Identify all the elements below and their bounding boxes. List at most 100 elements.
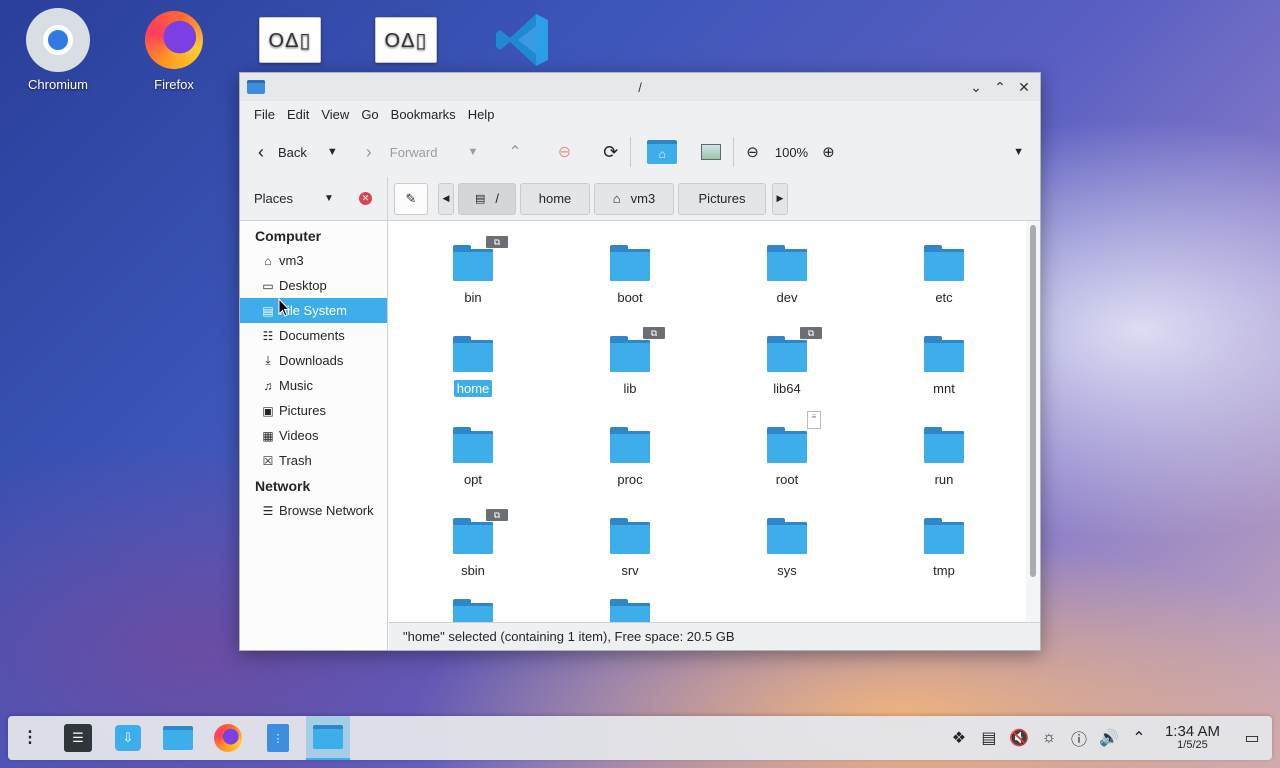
folder-icon <box>453 518 493 554</box>
desktop-icon-vscode[interactable] <box>474 8 570 72</box>
title-bar[interactable]: / ⌄ ⌃ ✕ <box>240 73 1040 101</box>
file-item[interactable]: dev <box>727 245 847 306</box>
file-item[interactable]: boot <box>570 245 690 306</box>
file-view[interactable]: ⧉ bin boot dev etc home ⧉ lib ⧉ lib64 mnt opt proc ≡ r… <box>389 221 1040 622</box>
reload-icon[interactable]: ⟳ <box>603 142 618 163</box>
back-button[interactable]: ‹ Back <box>258 142 307 163</box>
file-item[interactable]: proc <box>570 427 690 488</box>
forward-button[interactable]: › Forward <box>366 142 438 163</box>
folder-icon <box>453 427 493 463</box>
folder-icon <box>767 245 807 281</box>
kate-editor-icon[interactable]: ⋮ <box>256 716 300 760</box>
discover-store-icon[interactable]: ⇩ <box>106 716 150 760</box>
clock[interactable]: 1:34 AM 1/5/25 <box>1165 724 1220 751</box>
volume-icon[interactable]: 🔊 <box>1099 728 1119 748</box>
menu-view[interactable]: View <box>315 107 355 122</box>
file-item[interactable]: opt <box>413 427 533 488</box>
zoom-out-icon[interactable]: ⊖ <box>746 143 759 161</box>
sidebar-item-desktop[interactable]: ▭ Desktop <box>240 273 387 298</box>
show-desktop-icon[interactable]: ▭ <box>1242 728 1262 748</box>
file-name: lib <box>623 381 637 396</box>
forward-history-dropdown-icon[interactable]: ▼ <box>467 146 478 158</box>
breadcrumb-home[interactable]: home <box>520 182 590 215</box>
volume-muted-icon[interactable]: 🔇 <box>1009 728 1029 748</box>
file-item[interactable]: ⧉ sbin <box>413 508 533 579</box>
breadcrumb-vm3[interactable]: ⌂ vm3 <box>594 182 674 215</box>
menu-file[interactable]: File <box>248 107 281 122</box>
folder-icon <box>610 336 650 372</box>
symlink-badge-icon: ⧉ <box>799 326 823 340</box>
file-item[interactable]: sys <box>727 518 847 579</box>
file-item[interactable] <box>570 599 690 622</box>
places-dropdown-icon[interactable]: ▼ <box>324 193 334 204</box>
home-folder-icon[interactable]: ⌂ <box>647 140 678 164</box>
sidebar-item-downloads[interactable]: ⤓ Downloads <box>240 348 387 373</box>
sidebar-item-pictures[interactable]: ▣ Pictures <box>240 398 387 423</box>
pencil-icon: ✎ <box>405 190 417 206</box>
chevron-left-icon: ‹ <box>258 141 264 162</box>
file-item[interactable]: srv <box>570 518 690 579</box>
firefox-taskbar-icon[interactable] <box>206 716 250 760</box>
more-options-icon[interactable]: ▼ <box>1013 146 1024 158</box>
folder-icon <box>767 518 807 554</box>
file-item[interactable]: home <box>413 336 533 397</box>
close-button[interactable]: ✕ <box>1016 79 1032 95</box>
taskbar: ⁝ ☰ ⇩ ⋮ ❖ ▤ 🔇 ☼ ⓘ 🔊 ⌃ 1:34 AM 1/5/25 ▭ <box>8 716 1272 760</box>
back-history-dropdown-icon[interactable]: ▼ <box>327 146 338 158</box>
file-item[interactable]: run <box>884 427 1004 488</box>
desktop-icon-app-1[interactable]: OΔ▯ <box>242 8 338 72</box>
help-icon[interactable]: ⓘ <box>1069 726 1089 750</box>
file-name: lib64 <box>773 381 801 396</box>
toolbar: ‹ Back ▼ › Forward ▼ ⌃ ⊖ ⟳ ⌂ ⊖ 100% ⊕ ▼ <box>240 127 1040 177</box>
file-item[interactable]: etc <box>884 245 1004 306</box>
sidebar-item-file-system[interactable]: ▤ File System <box>240 298 387 323</box>
application-launcher-icon[interactable]: ⁝ <box>8 716 52 760</box>
dolphin-window-task[interactable] <box>306 716 350 760</box>
file-item[interactable]: ⧉ lib <box>570 326 690 397</box>
sidebar-item-browse-network[interactable]: ☰ Browse Network <box>240 498 387 523</box>
sidebar-item-documents[interactable]: ☷ Documents <box>240 323 387 348</box>
image-view-icon[interactable] <box>701 144 722 160</box>
file-name: proc <box>617 472 643 487</box>
file-item[interactable]: tmp <box>884 518 1004 579</box>
breadcrumb-scroll-right[interactable]: ▶ <box>772 182 788 215</box>
file-item[interactable]: ⧉ lib64 <box>727 326 847 397</box>
minimize-button[interactable]: ⌄ <box>968 79 984 95</box>
file-item[interactable]: ⧉ bin <box>413 235 533 306</box>
breadcrumb-root[interactable]: ▤ / <box>458 182 516 215</box>
menu-help[interactable]: Help <box>462 107 501 122</box>
dolphin-launcher-icon[interactable] <box>156 716 200 760</box>
system-tray: ❖ ▤ 🔇 ☼ ⓘ 🔊 ⌃ 1:34 AM 1/5/25 ▭ <box>949 724 1272 751</box>
desktop-icon-firefox[interactable]: Firefox <box>126 8 222 92</box>
file-item[interactable]: ≡ root <box>727 411 847 488</box>
stop-icon[interactable]: ⊖ <box>558 142 571 162</box>
up-arrow-icon[interactable]: ⌃ <box>508 142 521 162</box>
zoom-in-icon[interactable]: ⊕ <box>822 143 835 161</box>
edit-location-button[interactable]: ✎ <box>394 182 428 215</box>
desktop-icon-app-2[interactable]: OΔ▯ <box>358 8 454 72</box>
maximize-button[interactable]: ⌃ <box>992 79 1008 95</box>
system-settings-icon[interactable]: ☰ <box>56 716 100 760</box>
sidebar-item-music[interactable]: ♫ Music <box>240 373 387 398</box>
file-item[interactable]: mnt <box>884 336 1004 397</box>
desktop-icon-chromium[interactable]: Chromium <box>10 8 106 92</box>
menu-bookmarks[interactable]: Bookmarks <box>385 107 462 122</box>
firefox-icon <box>145 11 203 69</box>
brightness-icon[interactable]: ☼ <box>1039 729 1059 747</box>
clipboard-icon[interactable]: ▤ <box>979 728 999 748</box>
file-name: home <box>453 380 493 397</box>
menu-bar: File Edit View Go Bookmarks Help <box>240 101 1040 127</box>
sidebar-item-vm3[interactable]: ⌂ vm3 <box>240 248 387 273</box>
scrollbar-thumb[interactable] <box>1030 225 1036 577</box>
file-item[interactable] <box>413 599 533 622</box>
sidebar-item-trash[interactable]: ☒ Trash <box>240 448 387 473</box>
close-places-icon[interactable]: ✕ <box>359 192 372 205</box>
folder-icon <box>610 518 650 554</box>
kde-connect-icon[interactable]: ❖ <box>949 728 969 748</box>
menu-go[interactable]: Go <box>355 107 384 122</box>
breadcrumb-scroll-left[interactable]: ◀ <box>438 182 454 215</box>
menu-edit[interactable]: Edit <box>281 107 315 122</box>
sidebar-item-videos[interactable]: ▦ Videos <box>240 423 387 448</box>
breadcrumb-pictures[interactable]: Pictures <box>678 182 766 215</box>
chevron-up-icon[interactable]: ⌃ <box>1129 728 1149 748</box>
